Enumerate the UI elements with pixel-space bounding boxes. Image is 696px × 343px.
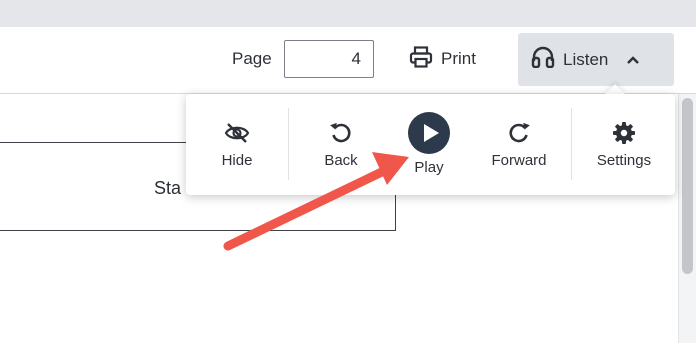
back-button[interactable]: Back xyxy=(313,94,369,195)
scrollbar-thumb[interactable] xyxy=(682,98,693,274)
page-label: Page xyxy=(232,49,272,68)
top-strip xyxy=(0,0,696,27)
listen-label: Listen xyxy=(563,49,609,69)
play-icon xyxy=(408,112,450,154)
forward-button[interactable]: Forward xyxy=(486,94,552,195)
popup-divider xyxy=(571,108,572,180)
listen-button[interactable]: Listen xyxy=(518,33,674,86)
listen-popup: Hide Back Play Forward Settings xyxy=(186,94,675,195)
gear-icon xyxy=(612,121,636,145)
printer-icon xyxy=(409,45,433,73)
popup-divider xyxy=(288,108,289,180)
forward-icon xyxy=(507,121,531,145)
rewind-icon xyxy=(329,121,353,145)
play-button[interactable]: Play xyxy=(399,94,459,195)
forward-label: Forward xyxy=(491,152,547,169)
settings-button[interactable]: Settings xyxy=(588,94,660,195)
eye-slash-icon xyxy=(223,121,251,145)
headphones-icon xyxy=(531,46,555,73)
reader-toolbar: Page Print Listen xyxy=(0,27,696,94)
chevron-up-icon xyxy=(626,50,640,70)
settings-label: Settings xyxy=(596,152,652,169)
print-label: Print xyxy=(441,49,476,68)
hide-button[interactable]: Hide xyxy=(212,94,262,195)
hide-label: Hide xyxy=(221,152,253,169)
document-box-bottom-border xyxy=(0,230,396,231)
play-label: Play xyxy=(414,159,444,176)
print-button[interactable]: Print xyxy=(405,42,480,76)
document-text-fragment: Sta xyxy=(154,178,182,198)
page-number-input[interactable] xyxy=(284,40,374,78)
back-label: Back xyxy=(324,152,358,169)
